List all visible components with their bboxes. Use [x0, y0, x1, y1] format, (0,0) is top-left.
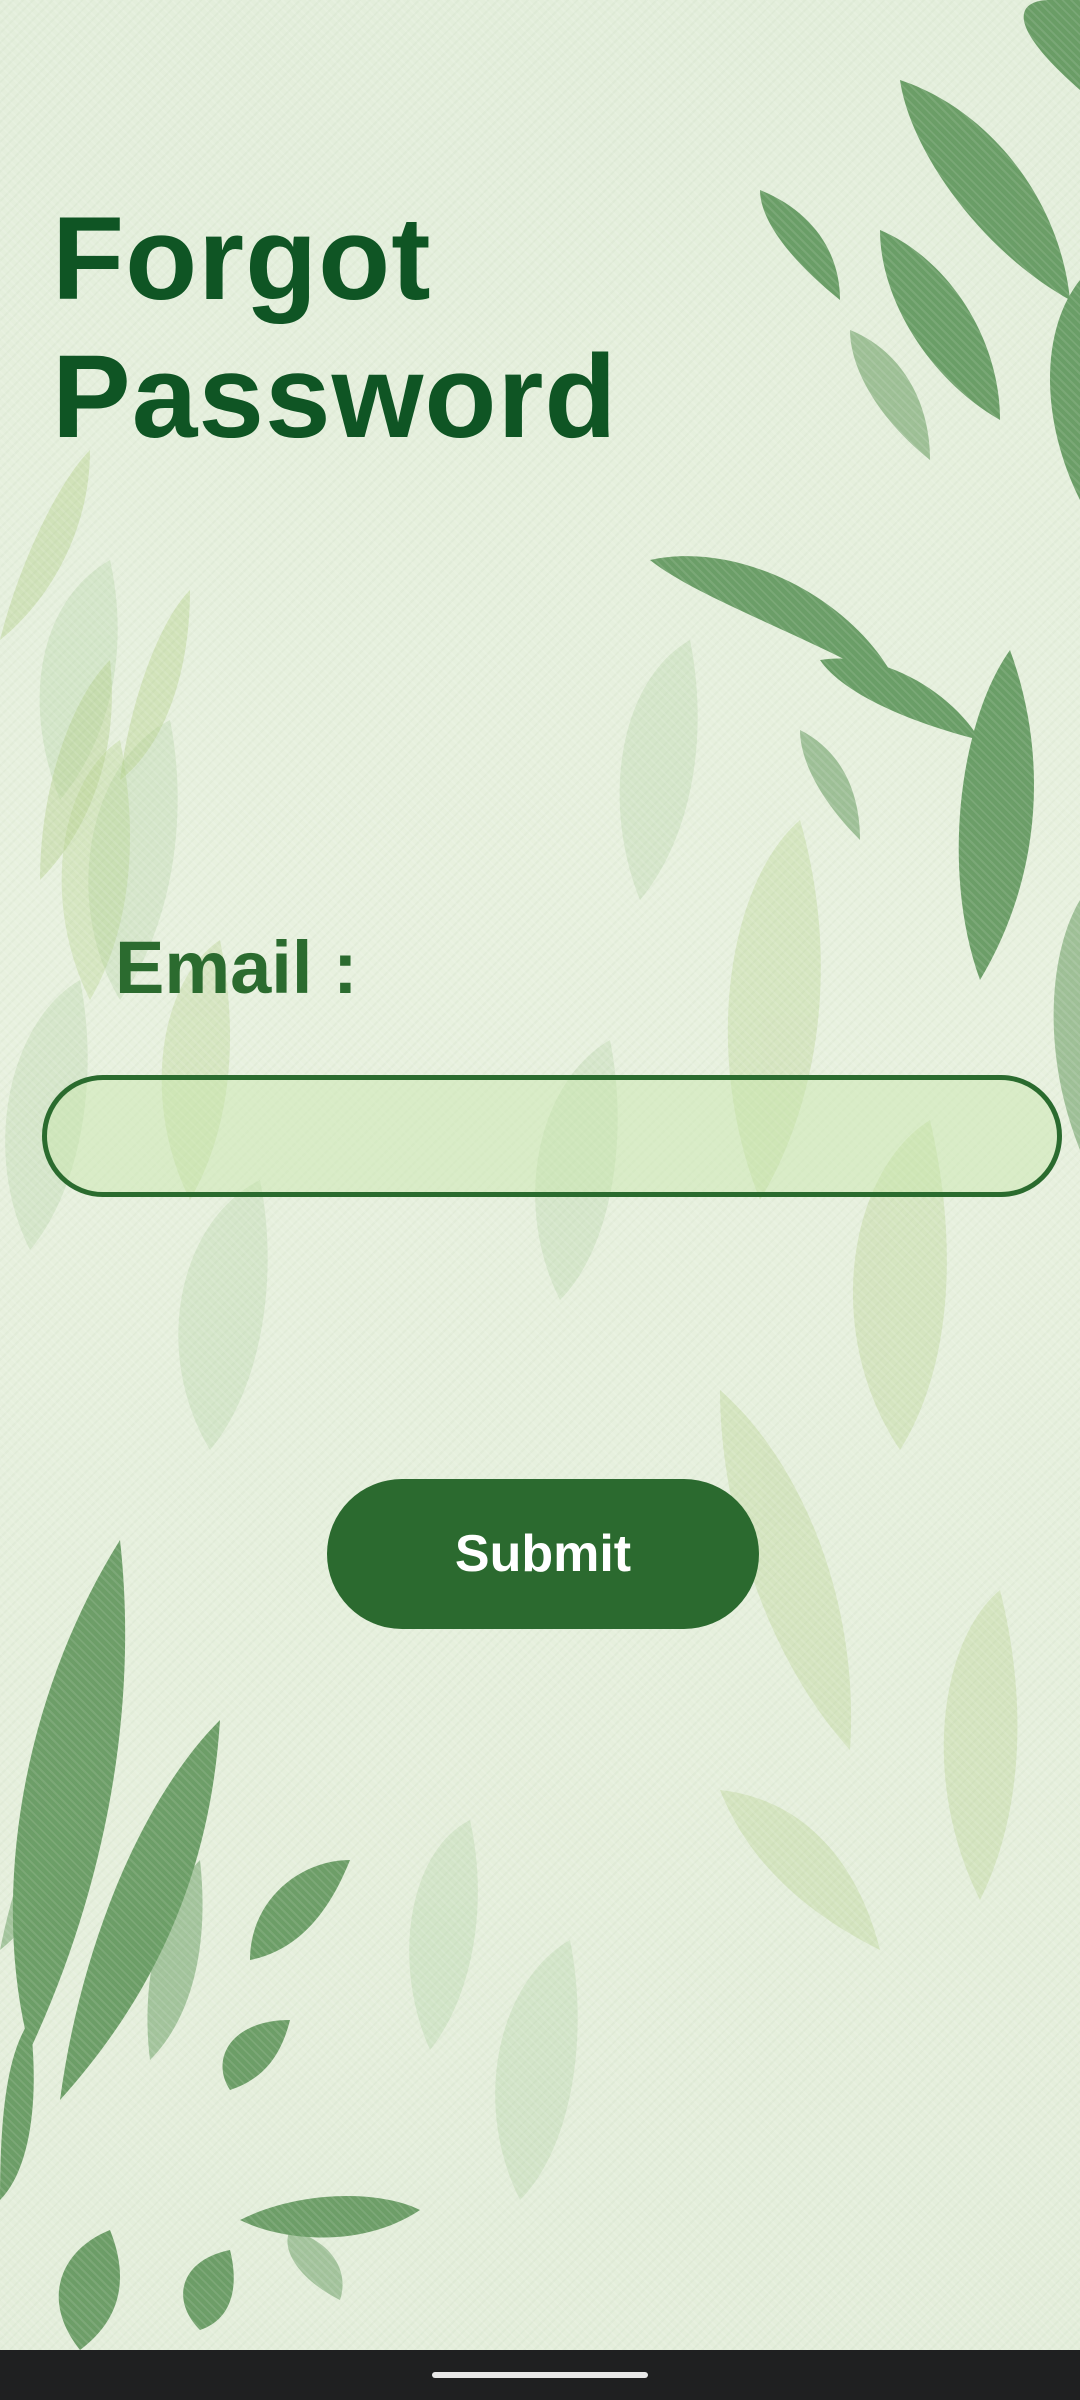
page-title-line-1: Forgot — [52, 193, 432, 325]
email-label: Email : — [115, 926, 358, 1009]
system-navigation-bar — [0, 2350, 1080, 2400]
home-indicator[interactable] — [432, 2372, 648, 2378]
forgot-password-screen: Forgot Password Email : Submit — [0, 0, 1080, 2350]
page-title-line-2: Password — [52, 331, 618, 463]
submit-button[interactable]: Submit — [327, 1479, 759, 1629]
email-field[interactable] — [42, 1075, 1062, 1197]
page-title: Forgot Password — [52, 190, 617, 466]
